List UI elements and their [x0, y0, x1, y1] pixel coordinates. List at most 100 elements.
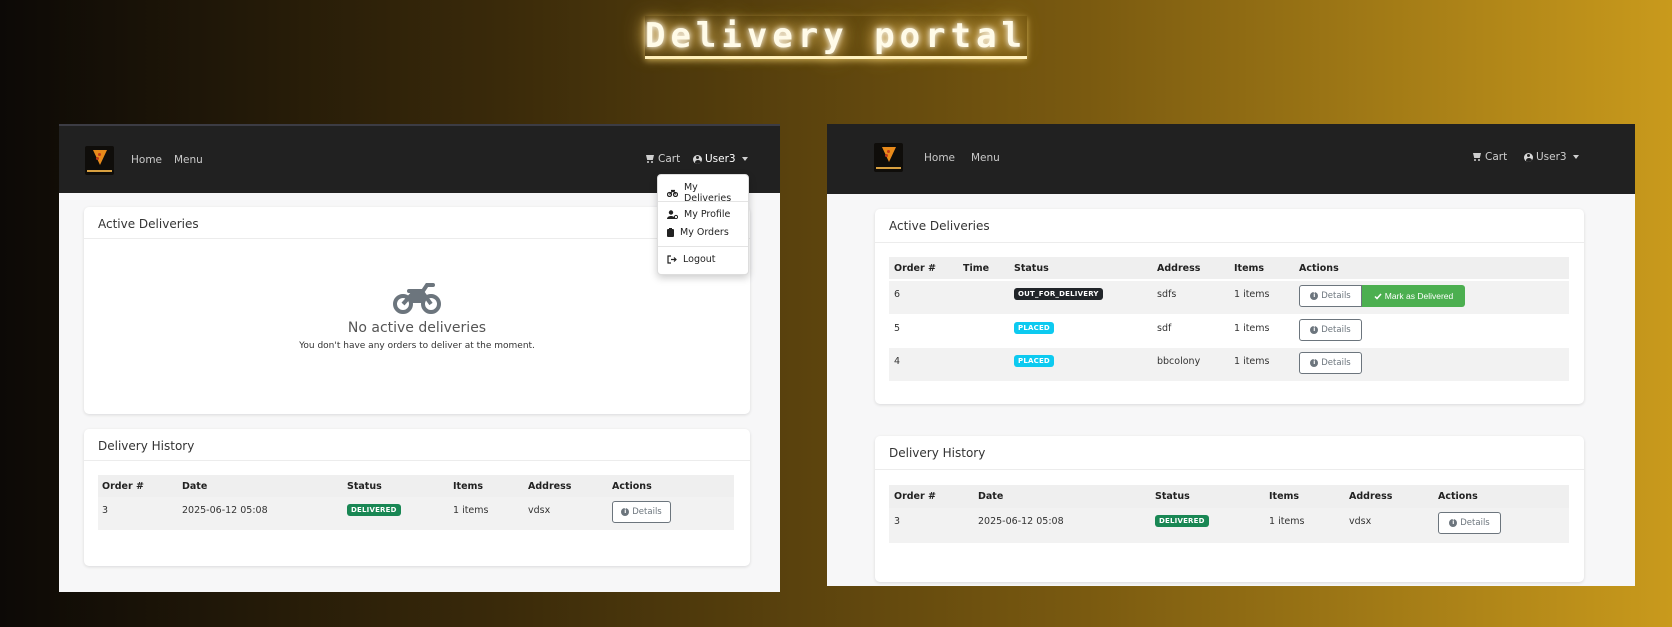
nav-menu-link[interactable]: Menu	[174, 154, 203, 166]
column-header: Address	[1349, 491, 1393, 502]
divider	[658, 246, 748, 247]
cart-label: Cart	[1485, 151, 1508, 163]
info-icon: i	[1449, 519, 1458, 527]
pizza-logo-icon[interactable]	[874, 143, 903, 172]
nav-home-link[interactable]: Home	[924, 152, 955, 164]
dropdown-item-logout[interactable]: Logout	[667, 254, 716, 265]
order-items: 1 items	[1269, 516, 1305, 527]
table-header: Order # Date Status Items Address Action…	[98, 475, 734, 497]
column-header: Order #	[894, 491, 936, 502]
order-address: sdf	[1157, 323, 1172, 334]
empty-state: No active deliveries You don't have any …	[84, 281, 750, 351]
clipboard-icon	[667, 228, 674, 237]
mark-delivered-label: Mark as Delivered	[1384, 291, 1454, 301]
cart-icon	[645, 155, 655, 163]
column-header: Status	[347, 481, 382, 492]
nav-menu-link[interactable]: Menu	[971, 152, 1000, 164]
status-badge: DELIVERED	[347, 504, 401, 516]
dropdown-label: My Profile	[684, 209, 731, 220]
order-address: vdsx	[528, 505, 551, 516]
card-header: Active Deliveries	[875, 209, 1584, 243]
table-row: 3 2025-06-12 05:08 DELIVERED 1 items vds…	[889, 508, 1569, 543]
empty-title: No active deliveries	[347, 320, 487, 336]
user-menu-toggle[interactable]: User3	[1524, 151, 1579, 163]
caret-down-icon	[741, 157, 748, 161]
order-date: 2025-06-12 05:08	[182, 505, 268, 516]
details-label: Details	[1321, 358, 1351, 368]
history-table: Order # Date Status Items Address Action…	[98, 475, 734, 530]
card-title: Active Deliveries	[889, 219, 990, 233]
details-button[interactable]: i Details	[1299, 285, 1362, 307]
pizza-logo-icon[interactable]	[85, 146, 114, 175]
column-header: Address	[1157, 263, 1201, 274]
caret-down-icon	[1572, 155, 1579, 159]
details-button[interactable]: i Details	[612, 501, 671, 523]
dropdown-label: My Orders	[680, 227, 729, 238]
delivery-history-card: Delivery History Order # Date Status Ite…	[875, 436, 1584, 582]
table-row: 3 2025-06-12 05:08 DELIVERED 1 items vds…	[98, 497, 734, 530]
active-deliveries-card: Active Deliveries No active deliveries Y…	[84, 207, 750, 414]
user-label: User3	[705, 153, 736, 165]
column-header: Items	[1234, 263, 1265, 274]
column-header: Date	[978, 491, 1004, 502]
details-button[interactable]: i Details	[1299, 319, 1362, 341]
active-deliveries-table: Order # Time Status Address Items Action…	[889, 257, 1569, 381]
motorcycle-icon	[667, 189, 678, 197]
active-deliveries-card: Active Deliveries Order # Time Status Ad…	[875, 209, 1584, 404]
details-label: Details	[1460, 518, 1490, 528]
user-dropdown-menu: My Deliveries My Profile My Orders Logou…	[657, 174, 749, 275]
column-header: Time	[963, 263, 990, 274]
logout-icon	[667, 255, 677, 264]
card-header: Delivery History	[84, 429, 750, 461]
dropdown-item-my-profile[interactable]: My Profile	[667, 209, 730, 220]
order-items: 1 items	[1234, 289, 1270, 300]
user-gear-icon	[667, 210, 678, 219]
nav-cart-link[interactable]: Cart	[1472, 151, 1507, 163]
table-header: Order # Time Status Address Items Action…	[889, 257, 1569, 279]
column-header: Address	[528, 481, 572, 492]
order-date: 2025-06-12 05:08	[978, 516, 1064, 527]
info-icon: i	[621, 508, 630, 516]
table-row: 5 PLACED sdf 1 items i Details	[889, 315, 1569, 348]
card-title: Delivery History	[889, 446, 986, 460]
empty-text: You don't have any orders to deliver at …	[299, 341, 535, 351]
card-header: Delivery History	[875, 436, 1584, 470]
column-header: Status	[1155, 491, 1190, 502]
order-number: 6	[894, 289, 901, 300]
dropdown-label: Logout	[683, 254, 716, 265]
right-screenshot: Home Menu Cart User3 Active Deliveries O…	[827, 124, 1635, 586]
card-title: Active Deliveries	[98, 217, 199, 231]
info-icon: i	[1310, 326, 1319, 334]
column-header: Date	[182, 481, 208, 492]
details-label: Details	[632, 507, 662, 517]
navbar: Home Menu Cart User3	[827, 124, 1635, 194]
status-badge: DELIVERED	[1155, 515, 1209, 527]
details-button[interactable]: i Details	[1438, 512, 1501, 534]
cart-icon	[1472, 153, 1482, 161]
check-icon	[1374, 293, 1382, 300]
mark-as-delivered-button[interactable]: Mark as Delivered	[1362, 285, 1465, 307]
order-address: vdsx	[1349, 516, 1372, 527]
user-circle-icon	[693, 154, 702, 164]
order-items: 1 items	[1234, 356, 1270, 367]
status-badge: PLACED	[1014, 322, 1054, 334]
user-menu-toggle[interactable]: User3	[693, 153, 748, 165]
nav-home-link[interactable]: Home	[131, 154, 162, 166]
info-icon: i	[1310, 359, 1319, 367]
card-header: Active Deliveries	[84, 207, 750, 239]
details-button[interactable]: i Details	[1299, 352, 1362, 374]
dropdown-item-my-orders[interactable]: My Orders	[667, 227, 729, 238]
table-header: Order # Date Status Items Address Action…	[889, 485, 1569, 508]
column-header: Actions	[1299, 263, 1339, 274]
status-badge: OUT_FOR_DELIVERY	[1014, 288, 1103, 300]
column-header: Order #	[894, 263, 936, 274]
status-badge: PLACED	[1014, 355, 1054, 367]
order-number: 4	[894, 356, 901, 367]
order-address: sdfs	[1157, 289, 1177, 300]
order-items: 1 items	[1234, 323, 1270, 334]
details-label: Details	[1321, 291, 1351, 301]
nav-cart-link[interactable]: Cart	[645, 153, 680, 165]
details-label: Details	[1321, 325, 1351, 335]
divider	[658, 201, 748, 202]
user-circle-icon	[1524, 152, 1533, 162]
